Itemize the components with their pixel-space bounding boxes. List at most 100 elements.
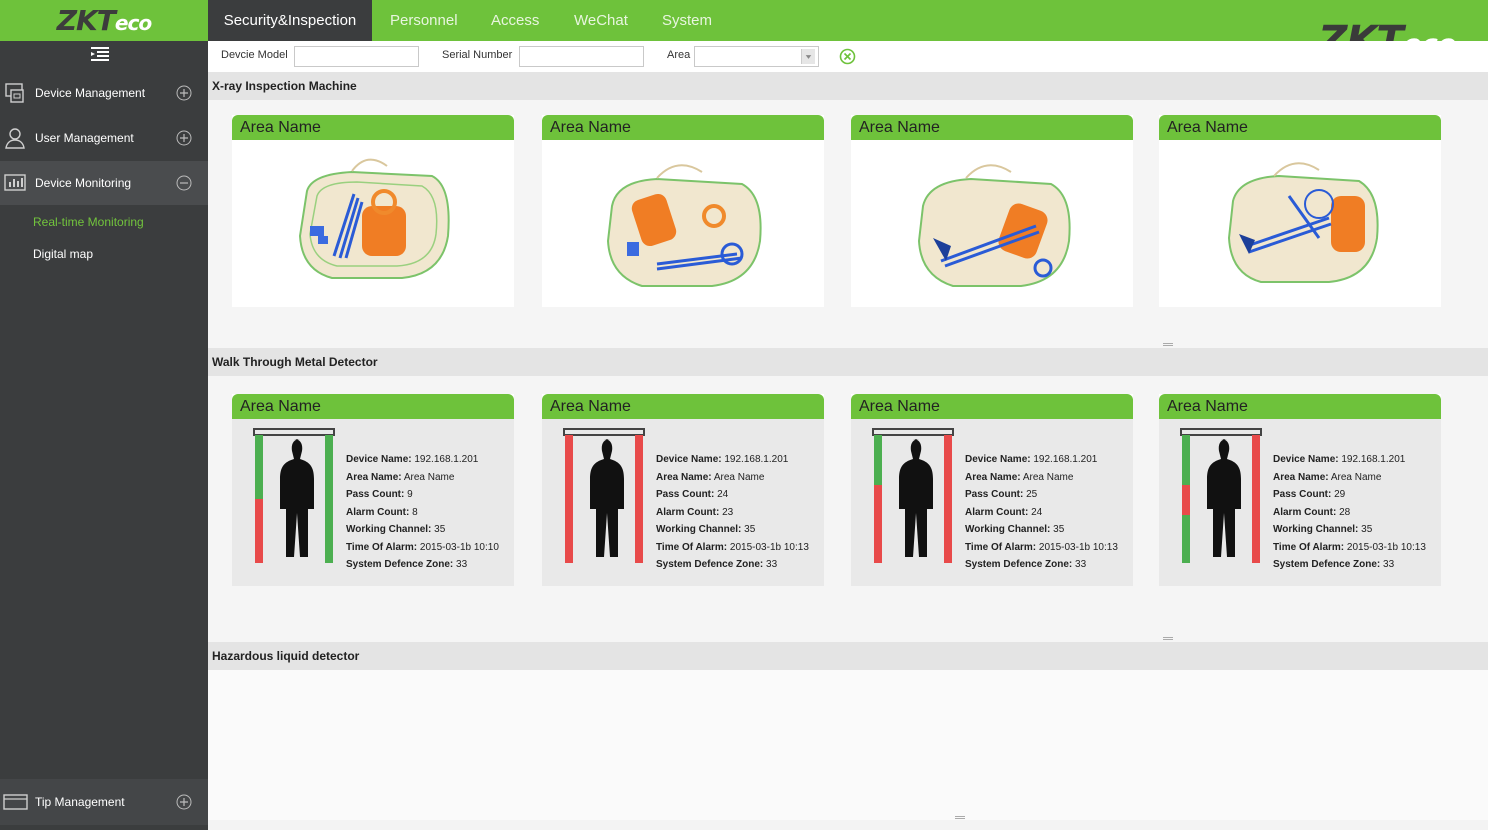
menu-collapse-icon[interactable] xyxy=(90,46,110,64)
area-name-value: Area Name xyxy=(1022,471,1074,483)
xray-card[interactable]: Area Name xyxy=(542,115,824,307)
device-icon xyxy=(5,83,24,103)
card-area-title: Area Name xyxy=(851,115,1133,140)
working-channel-value: 35 xyxy=(434,524,446,536)
time-of-alarm-label: Time Of Alarm: xyxy=(656,541,728,553)
working-channel-value: 35 xyxy=(744,524,756,536)
walkthrough-section-header: Walk Through Metal Detector xyxy=(208,348,1488,376)
metal-detector-gate-icon xyxy=(1180,428,1262,563)
tab-personnel[interactable]: Personnel xyxy=(390,0,458,41)
sidebar-item-device-monitoring[interactable]: Device Monitoring xyxy=(0,161,208,205)
card-area-title: Area Name xyxy=(542,115,824,140)
xray-card[interactable]: Area Name xyxy=(851,115,1133,307)
section-resize-handle[interactable] xyxy=(1163,343,1173,346)
device-name-value: 192.168.1.201 xyxy=(414,454,479,465)
device-name-value: 192.168.1.201 xyxy=(1341,454,1406,465)
pass-count-label: Pass Count: xyxy=(656,489,715,501)
sidebar: ZKTeco Device Management User Management xyxy=(0,0,208,830)
working-channel-label: Working Channel: xyxy=(656,524,742,536)
working-channel-label: Working Channel: xyxy=(965,524,1051,536)
metal-detector-card[interactable]: Area Name Device Name: 192.168.1.201 Are… xyxy=(232,394,514,586)
alarm-count-label: Alarm Count: xyxy=(1273,506,1337,518)
clear-filter-icon[interactable] xyxy=(839,48,856,65)
sidebar-item-label: Device Management xyxy=(35,86,146,100)
metal-detector-card[interactable]: Area Name Device Name: 192.168.1.201 Are… xyxy=(1159,394,1441,586)
tab-wechat[interactable]: WeChat xyxy=(574,0,628,41)
metal-detector-gate-icon xyxy=(253,428,335,563)
card-area-title: Area Name xyxy=(232,394,514,419)
defence-zone-label: System Defence Zone: xyxy=(656,558,764,570)
alarm-count-value: 23 xyxy=(722,506,734,518)
chevron-down-icon[interactable] xyxy=(801,49,815,64)
xray-scan-image xyxy=(917,164,1071,287)
card-area-title: Area Name xyxy=(232,115,514,140)
device-name-label: Device Name: xyxy=(656,454,722,465)
area-name-label: Area Name: xyxy=(656,471,712,483)
pass-count-value: 9 xyxy=(407,489,413,501)
metal-detector-gate-icon xyxy=(872,428,954,563)
pass-count-label: Pass Count: xyxy=(346,489,405,501)
section-resize-handle[interactable] xyxy=(1163,637,1173,640)
time-of-alarm-value: 2015-03-1b 10:13 xyxy=(1038,541,1118,553)
tab-security-inspection[interactable]: Security&Inspection xyxy=(208,0,372,41)
section-resize-handle[interactable] xyxy=(955,816,965,819)
sidebar-item-tip-management[interactable]: Tip Management xyxy=(0,779,208,825)
defence-zone-value: 33 xyxy=(766,558,778,570)
xray-card[interactable]: Area Name xyxy=(232,115,514,307)
xray-section-header: X-ray Inspection Machine xyxy=(208,72,1488,100)
metal-detector-card[interactable]: Area Name Device Name: 192.168.1.201 Are… xyxy=(851,394,1133,586)
defence-zone-value: 33 xyxy=(1075,558,1087,570)
working-channel-value: 35 xyxy=(1361,524,1373,536)
top-navigation-bar: Security&Inspection Personnel Access WeC… xyxy=(208,0,1488,64)
area-label: Area xyxy=(667,49,691,61)
device-name-label: Device Name: xyxy=(965,454,1031,465)
serial-number-input[interactable] xyxy=(519,46,644,67)
expand-plus-icon[interactable] xyxy=(176,794,192,810)
device-info-panel: Device Name: 192.168.1.201 Area Name: Ar… xyxy=(1273,451,1435,574)
device-model-label: Devcie Model xyxy=(221,49,288,61)
time-of-alarm-value: 2015-03-1b 10:13 xyxy=(1346,541,1426,553)
filter-bar: Devcie Model Serial Number Area xyxy=(208,41,1488,72)
user-icon xyxy=(5,128,25,149)
defence-zone-label: System Defence Zone: xyxy=(346,558,454,570)
sidebar-item-label: User Management xyxy=(35,131,134,145)
expand-plus-icon[interactable] xyxy=(176,130,192,146)
submenu-item-digital-map[interactable]: Digital map xyxy=(0,238,208,270)
tip-icon xyxy=(3,794,28,810)
alarm-count-label: Alarm Count: xyxy=(965,506,1029,518)
area-name-label: Area Name: xyxy=(346,471,402,483)
metal-detector-gate-icon xyxy=(563,428,645,563)
time-of-alarm-label: Time Of Alarm: xyxy=(346,541,418,553)
defence-zone-value: 33 xyxy=(1383,558,1395,570)
device-monitoring-submenu: Real-time Monitoring Digital map xyxy=(0,206,208,270)
defence-zone-label: System Defence Zone: xyxy=(1273,558,1381,570)
time-of-alarm-value: 2015-03-1b 10:13 xyxy=(729,541,809,553)
logo-eco-text: eco xyxy=(114,11,152,35)
monitor-icon xyxy=(4,174,26,191)
card-area-title: Area Name xyxy=(851,394,1133,419)
serial-number-label: Serial Number xyxy=(442,49,513,61)
tab-access[interactable]: Access xyxy=(491,0,539,41)
device-model-input[interactable] xyxy=(294,46,419,67)
expand-plus-icon[interactable] xyxy=(176,85,192,101)
xray-scan-image xyxy=(606,164,762,287)
working-channel-label: Working Channel: xyxy=(346,524,432,536)
pass-count-label: Pass Count: xyxy=(965,489,1024,501)
xray-card[interactable]: Area Name xyxy=(1159,115,1441,307)
metal-detector-card[interactable]: Area Name Device Name: 192.168.1.201 Are… xyxy=(542,394,824,586)
submenu-item-realtime-monitoring[interactable]: Real-time Monitoring xyxy=(0,206,208,238)
device-info-panel: Device Name: 192.168.1.201 Area Name: Ar… xyxy=(656,451,818,574)
xray-scan-image xyxy=(1227,162,1379,283)
collapse-minus-icon[interactable] xyxy=(176,175,192,191)
working-channel-label: Working Channel: xyxy=(1273,524,1359,536)
alarm-count-value: 24 xyxy=(1031,506,1043,518)
card-area-title: Area Name xyxy=(542,394,824,419)
sidebar-item-device-management[interactable]: Device Management xyxy=(0,71,208,115)
tab-system[interactable]: System xyxy=(662,0,712,41)
sidebar-item-label: Device Monitoring xyxy=(35,176,132,190)
sidebar-item-user-management[interactable]: User Management xyxy=(0,116,208,160)
card-area-title: Area Name xyxy=(1159,394,1441,419)
defence-zone-value: 33 xyxy=(456,558,468,570)
time-of-alarm-value: 2015-03-1b 10:10 xyxy=(419,541,499,553)
sidebar-item-label: Tip Management xyxy=(35,795,125,809)
